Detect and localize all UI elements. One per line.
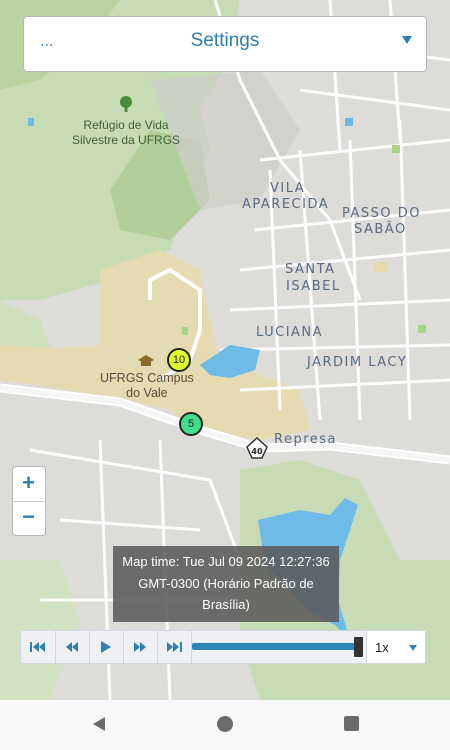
back-icon[interactable] [90, 715, 108, 733]
campus-label: UFRGS Campus do Vale [100, 371, 194, 400]
route-shield-number: 40 [251, 447, 263, 456]
playback-controls: 1x [20, 630, 425, 664]
settings-dropdown[interactable]: ... Settings [23, 16, 427, 72]
speed-value: 1x [375, 640, 389, 655]
system-nav-bar [0, 700, 450, 750]
neighborhood-label: Sabão [354, 222, 407, 237]
time-slider-handle[interactable] [354, 637, 363, 657]
zoom-in-button[interactable]: + [13, 467, 44, 502]
rewind-icon [66, 642, 78, 652]
skip-start-icon [30, 642, 45, 652]
zoom-control: + − [12, 466, 46, 536]
chevron-down-icon [409, 645, 417, 651]
rewind-button[interactable] [55, 631, 90, 663]
neighborhood-label: Passo do [342, 206, 422, 221]
neighborhood-label: Vila [270, 181, 306, 196]
neighborhood-label: Jardim Lacy [307, 355, 408, 370]
neighborhood-label: Luciana [256, 325, 324, 340]
home-icon[interactable] [216, 715, 234, 733]
map-time-tooltip: Map time: Tue Jul 09 2024 12:27:36 GMT-0… [113, 546, 339, 622]
recents-icon[interactable] [343, 715, 360, 732]
play-icon [101, 641, 111, 653]
skip-to-start-button[interactable] [21, 631, 56, 663]
chevron-down-icon[interactable] [402, 36, 412, 44]
play-button[interactable] [89, 631, 124, 663]
tooltip-line: Map time: Tue Jul 09 2024 12:27:36 [122, 554, 330, 569]
fast-forward-button[interactable] [123, 631, 158, 663]
skip-to-end-button[interactable] [157, 631, 192, 663]
tooltip-line: Brasília) [202, 597, 250, 612]
skip-end-icon [167, 642, 182, 652]
neighborhood-label: Aparecida [242, 197, 330, 212]
speed-select[interactable]: 1x [366, 631, 425, 663]
tooltip-line: GMT-0300 (Horário Padrão de [138, 575, 314, 591]
fast-forward-icon [134, 642, 146, 652]
settings-title: Settings [190, 30, 260, 51]
neighborhood-label: Isabel [286, 279, 341, 294]
cluster-marker[interactable]: 5 [179, 412, 203, 436]
zoom-out-button[interactable]: − [13, 501, 44, 535]
time-slider-track[interactable] [192, 643, 359, 650]
neighborhood-label: Santa [285, 262, 336, 277]
road-label: Represa [274, 432, 337, 447]
poi-label: Refúgio de Vida Silvestre da UFRGS [72, 118, 181, 147]
cluster-marker[interactable]: 10 [167, 348, 191, 372]
